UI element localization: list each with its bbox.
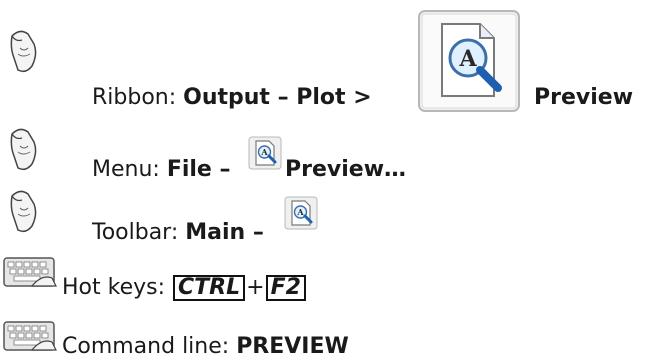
preview-icon[interactable]: A xyxy=(284,196,318,230)
preview-icon[interactable]: A xyxy=(248,136,282,170)
preview-icon-large[interactable]: A xyxy=(418,10,520,112)
svg-text:A: A xyxy=(296,207,304,217)
key-f2: F2 xyxy=(265,275,306,301)
svg-text:A: A xyxy=(458,46,477,72)
hotkeys-instruction: Hot keys: CTRL + F2 xyxy=(62,275,307,301)
ribbon-instruction: Ribbon: Output – Plot > xyxy=(92,85,372,110)
keyboard-hand-icon xyxy=(3,321,57,351)
command-line-instruction: Command line: PREVIEW xyxy=(62,334,349,359)
menu-command: Preview… xyxy=(285,157,407,182)
toolbar-instruction: Toolbar: Main – xyxy=(92,220,264,245)
svg-text:A: A xyxy=(260,147,268,157)
keyboard-hand-icon xyxy=(3,257,57,287)
mouse-hand-icon xyxy=(10,190,37,233)
key-ctrl: CTRL xyxy=(173,275,246,301)
mouse-hand-icon xyxy=(10,128,37,171)
mouse-hand-icon xyxy=(10,30,37,73)
ribbon-command: Preview xyxy=(534,85,634,110)
menu-instruction: Menu: File – xyxy=(92,157,231,182)
